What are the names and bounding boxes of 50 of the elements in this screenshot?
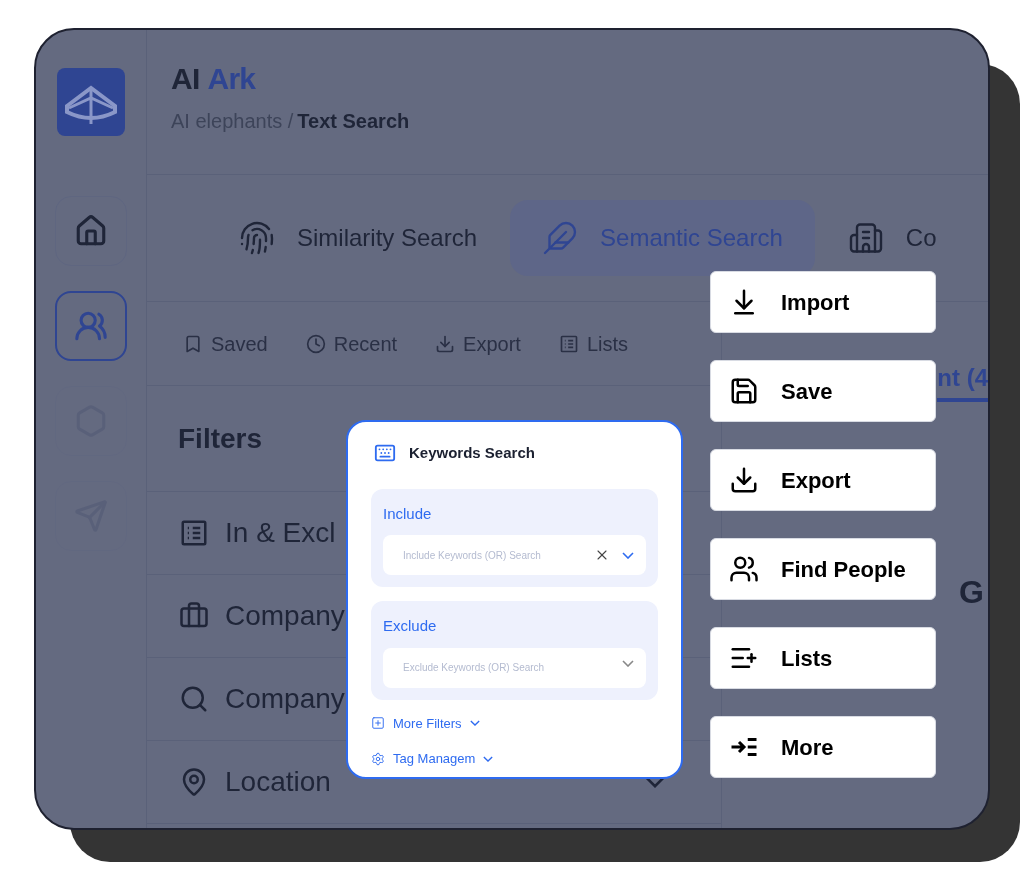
search-mode-tab[interactable]: Co [847, 218, 937, 258]
section-label: Exclude [383, 616, 437, 636]
chevron-down-icon [469, 720, 480, 727]
settings-icon [371, 751, 385, 766]
list-icon [179, 518, 209, 548]
toolbar-button[interactable]: Saved [183, 328, 268, 359]
filter-link[interactable]: Tag Managem [371, 749, 494, 769]
keyword-input[interactable]: Include Keywords (OR) Search [383, 535, 646, 575]
logo-icon [57, 68, 125, 136]
search-mode-tab[interactable]: Similarity Search [239, 218, 478, 258]
chevron-down-icon [622, 659, 634, 667]
nav-item[interactable] [55, 291, 127, 361]
keyword-input[interactable]: Exclude Keywords (OR) Search [383, 647, 646, 688]
chevron-down-icon [645, 776, 665, 788]
filter-link[interactable]: More Filters [371, 713, 480, 733]
clock-icon [305, 333, 326, 354]
filter-label[interactable]: In & Excl [225, 512, 336, 554]
feather-icon [542, 220, 579, 256]
filters-title: Filters [178, 421, 263, 456]
home-icon [74, 214, 108, 248]
result-heading: G [959, 574, 984, 610]
nav-item[interactable] [55, 196, 127, 266]
chevron-down-icon [622, 551, 634, 559]
download-icon [435, 333, 456, 354]
toolbar-button[interactable]: Recent [305, 328, 398, 359]
fingerprint-icon [239, 220, 275, 256]
action-button[interactable]: More [710, 716, 936, 778]
action-button[interactable]: Save [710, 360, 936, 422]
breadcrumb-current: Text Search [297, 109, 410, 134]
building-icon [847, 220, 884, 256]
filter-label[interactable]: Company [225, 678, 345, 720]
filter-label[interactable]: Company [225, 595, 345, 637]
bookmark-icon [183, 333, 203, 354]
list-icon [558, 333, 579, 354]
filter-label[interactable]: Location [225, 761, 331, 803]
toolbar-button[interactable]: Export [435, 328, 521, 359]
action-button[interactable]: Find People [710, 538, 936, 600]
action-button[interactable]: Export [710, 449, 936, 511]
action-button[interactable]: Lists [710, 627, 936, 689]
download-icon [729, 465, 759, 495]
toolbar-button[interactable]: Lists [558, 328, 629, 359]
plus-square-icon [371, 716, 385, 731]
people-icon [74, 309, 108, 343]
card-title: Keywords Search [409, 443, 535, 463]
chevron-down-icon [483, 755, 494, 762]
search-icon [179, 684, 209, 714]
action-button[interactable]: Import [710, 271, 936, 333]
section-label: Include [383, 503, 432, 524]
brand-name: AI [171, 64, 200, 94]
people-icon [729, 554, 759, 584]
